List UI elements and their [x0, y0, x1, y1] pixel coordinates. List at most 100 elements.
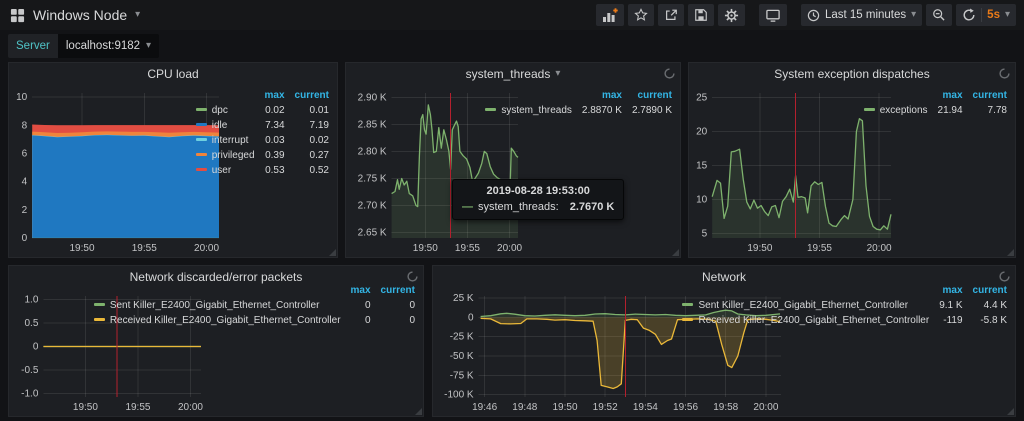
legend-value: 7.34 [265, 120, 285, 131]
svg-text:0: 0 [468, 312, 474, 323]
panel-title[interactable]: System exception dispatches [774, 67, 929, 81]
series-color-marker[interactable] [682, 317, 694, 321]
series-color-marker[interactable] [93, 317, 105, 321]
series-color-marker[interactable] [195, 152, 207, 156]
panel-loading-icon [407, 271, 418, 282]
grafana-dashboard: Windows Node ▾ Last 15 minutes ▾ 5s ▾ Se… [0, 0, 1024, 421]
series-color-marker[interactable] [485, 107, 497, 111]
panel-title[interactable]: Network [702, 270, 746, 284]
grafana-grid-icon[interactable] [10, 8, 25, 23]
series-color-marker[interactable] [195, 137, 207, 141]
series-label[interactable]: idle [212, 120, 228, 131]
panel-network: Network -100 K -75 K -50 K -25 K 0 25 K 19:46 1… [432, 265, 1016, 417]
refresh-icon [963, 8, 975, 21]
legend-header[interactable]: max [572, 88, 622, 103]
svg-text:-100 K: -100 K [444, 390, 474, 401]
legend-row[interactable]: exceptions 21.94 7.78 [862, 103, 1007, 118]
legend-row[interactable]: privileged 0.39 0.27 [194, 148, 329, 163]
legend-value: 0.52 [309, 165, 329, 176]
dashboard-title[interactable]: Windows Node [33, 7, 127, 23]
series-color-marker[interactable] [195, 167, 207, 171]
refresh-picker-button[interactable]: 5s ▾ [956, 4, 1016, 26]
legend-header[interactable]: max [341, 283, 371, 298]
share-dashboard-button[interactable] [657, 4, 684, 26]
legend-value: 0.03 [265, 135, 285, 146]
series-color-marker[interactable] [93, 302, 105, 306]
dashboard-settings-button[interactable] [717, 4, 745, 26]
panel-resize-handle[interactable] [415, 408, 422, 415]
settings-gear-icon [724, 8, 739, 22]
add-panel-button[interactable] [595, 4, 624, 26]
legend-row[interactable]: Received Killer_E2400_Gigabit_Ethernet_C… [680, 313, 1007, 328]
variable-value-dropdown[interactable]: localhost:9182 ▾ [57, 34, 160, 58]
series-label[interactable]: interrupt [212, 135, 249, 146]
time-range-label: Last 15 minutes [824, 9, 907, 21]
legend-row[interactable]: system_threads 2.8870 K 2.7890 K [483, 103, 672, 118]
series-label[interactable]: Sent Killer_E2400_Gigabit_Ethernet_Contr… [110, 300, 320, 311]
panel-title[interactable]: system_threads [466, 67, 551, 81]
svg-text:19:50: 19:50 [747, 243, 772, 254]
legend-header[interactable]: max [929, 283, 963, 298]
series-label[interactable]: Sent Killer_E2400_Gigabit_Ethernet_Contr… [698, 300, 908, 311]
series-color-marker[interactable] [682, 302, 694, 306]
panel-resize-handle[interactable] [1007, 408, 1014, 415]
series-color-marker[interactable] [195, 122, 207, 126]
legend-header[interactable]: max [928, 88, 963, 103]
panel-resize-handle[interactable] [1007, 249, 1014, 256]
cycle-view-mode-button[interactable] [758, 4, 787, 26]
legend-row[interactable]: Sent Killer_E2400_Gigabit_Ethernet_Contr… [680, 298, 1007, 313]
save-dashboard-button[interactable] [687, 4, 714, 26]
svg-text:0: 0 [22, 233, 28, 244]
panel-resize-handle[interactable] [672, 249, 679, 256]
zoom-out-icon [933, 9, 945, 21]
panel-header[interactable]: system_threads ▾ [346, 63, 680, 85]
legend-value: 21.94 [937, 105, 963, 116]
legend-header[interactable]: current [622, 88, 672, 103]
system-threads-legend: max current system_threads 2.8870 K 2.7890 K [483, 88, 672, 118]
legend-value: -119 [943, 315, 963, 326]
svg-text:19:55: 19:55 [125, 402, 150, 413]
legend-header[interactable]: current [285, 88, 329, 103]
legend-header[interactable]: max [255, 88, 285, 103]
series-label[interactable]: Received Killer_E2400_Gigabit_Ethernet_C… [698, 315, 929, 326]
legend-row[interactable]: idle 7.34 7.19 [194, 118, 329, 133]
series-label[interactable]: exceptions [880, 105, 928, 116]
series-label[interactable]: user [212, 165, 231, 176]
series-color-marker[interactable] [195, 107, 207, 111]
time-picker-button[interactable]: Last 15 minutes ▾ [800, 4, 923, 26]
panel-title[interactable]: CPU load [147, 67, 198, 81]
legend-header[interactable]: current [371, 283, 415, 298]
legend-row[interactable]: Sent Killer_E2400_Gigabit_Ethernet_Contr… [92, 298, 415, 313]
tooltip-series-label: system_threads: [478, 201, 559, 213]
series-label[interactable]: privileged [212, 150, 255, 161]
series-label[interactable]: dpc [212, 105, 228, 116]
legend-header[interactable]: current [963, 283, 1007, 298]
panel-title[interactable]: Network discarded/error packets [130, 270, 303, 284]
panel-header[interactable]: System exception dispatches [689, 63, 1015, 85]
navbar: Windows Node ▾ Last 15 minutes ▾ 5s ▾ [0, 0, 1024, 30]
series-label[interactable]: system_threads [501, 105, 572, 116]
legend-row[interactable]: Received Killer_E2400_Gigabit_Ethernet_C… [92, 313, 415, 328]
star-dashboard-button[interactable] [627, 4, 654, 26]
legend-value: 2.8870 K [581, 105, 622, 116]
chevron-down-icon[interactable]: ▾ [135, 10, 140, 20]
zoom-out-time-button[interactable] [926, 4, 953, 26]
legend-row[interactable]: interrupt 0.03 0.02 [194, 133, 329, 148]
panel-loading-icon [664, 68, 675, 79]
refresh-interval-label: 5s [987, 9, 1000, 21]
legend-value: 0 [409, 315, 415, 326]
svg-text:-25 K: -25 K [450, 332, 474, 343]
panel-network-discarded: Network discarded/error packets -1.0 -0.5… [8, 265, 424, 417]
series-color-marker[interactable] [863, 107, 875, 111]
series-label[interactable]: Received Killer_E2400_Gigabit_Ethernet_C… [110, 315, 341, 326]
cpu-load-legend: max current dpc 0.02 0.01 idle 7.34 7.19 interru… [194, 88, 329, 178]
svg-text:-50 K: -50 K [450, 351, 474, 362]
panel-header[interactable]: CPU load [9, 63, 337, 85]
panel-loading-icon [999, 271, 1010, 282]
legend-header[interactable]: current [963, 88, 1007, 103]
legend-row[interactable]: user 0.53 0.52 [194, 163, 329, 178]
panel-resize-handle[interactable] [329, 249, 336, 256]
panel-loading-icon [999, 68, 1010, 79]
legend-row[interactable]: dpc 0.02 0.01 [194, 103, 329, 118]
svg-text:2.70 K: 2.70 K [358, 201, 387, 212]
